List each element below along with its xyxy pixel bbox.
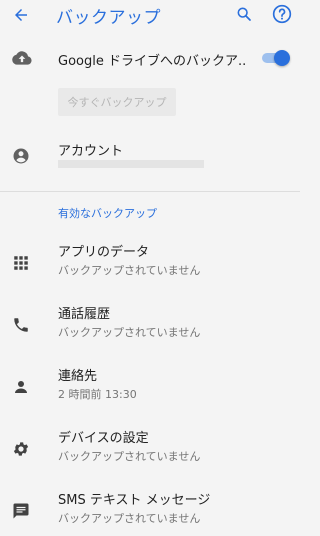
item-title: デバイスの設定 (58, 431, 149, 446)
drive-backup-toggle[interactable] (260, 50, 290, 66)
item-title: 連絡先 (58, 369, 98, 384)
toggle-knob (274, 50, 290, 66)
item-title: アプリのデータ (58, 245, 150, 260)
list-item-call-history[interactable]: 通話履歴 バックアップされていません (0, 298, 300, 350)
list-item-app-data[interactable]: アプリのデータ バックアップされていません (0, 236, 300, 288)
account-circle-icon (13, 148, 29, 164)
item-title: 通話履歴 (58, 307, 111, 322)
search-icon[interactable] (236, 6, 252, 22)
account-email-redacted (58, 160, 204, 168)
apps-grid-icon (14, 256, 28, 270)
help-icon[interactable] (272, 4, 292, 24)
list-item-device-settings[interactable]: デバイスの設定 バックアップされていません (0, 422, 300, 474)
list-item-sms[interactable]: SMS テキスト メッセージ バックアップされていません (0, 484, 300, 536)
divider (0, 191, 300, 192)
drive-backup-label: Google ドライブへのバックア.. (58, 54, 247, 69)
phone-icon (14, 318, 28, 332)
item-subtitle: バックアップされていません (58, 450, 201, 463)
gear-icon (13, 442, 29, 456)
section-header: 有効なバックアップ (58, 207, 157, 220)
arrow-back-icon[interactable] (12, 6, 30, 24)
item-title: SMS テキスト メッセージ (58, 493, 211, 508)
page-title: バックアップ (56, 8, 161, 28)
item-subtitle: バックアップされていません (58, 512, 201, 525)
backup-now-button[interactable]: 今すぐバックアップ (58, 88, 176, 116)
person-icon (15, 381, 27, 393)
account-row[interactable]: アカウント (0, 130, 300, 174)
list-item-contacts[interactable]: 連絡先 2 時間前 13:30 (0, 360, 300, 412)
cloud-upload-icon (12, 51, 32, 65)
item-subtitle: バックアップされていません (58, 326, 201, 339)
item-subtitle: バックアップされていません (58, 264, 201, 277)
app-bar: バックアップ (0, 0, 300, 30)
drive-backup-row[interactable]: Google ドライブへのバックア.. (0, 40, 300, 76)
account-label: アカウント (58, 144, 124, 159)
item-subtitle: 2 時間前 13:30 (58, 388, 137, 401)
message-icon (13, 503, 29, 519)
